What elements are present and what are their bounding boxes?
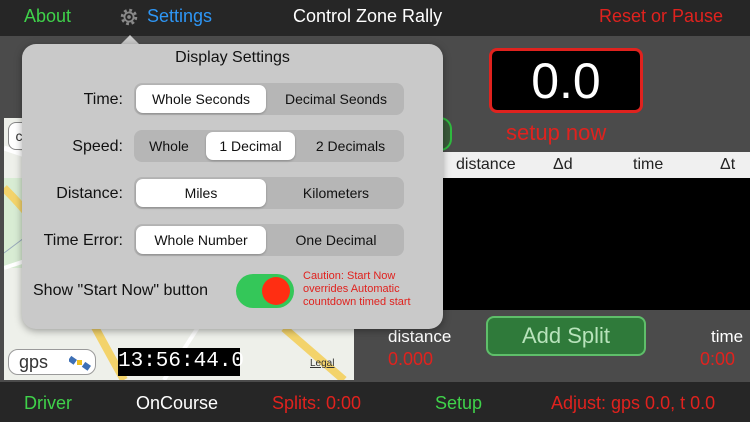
- distance-option-miles[interactable]: Miles: [136, 179, 266, 207]
- display-settings-popover: Display Settings Time: Whole Seconds Dec…: [22, 44, 443, 329]
- col-delta-time: Δt: [720, 156, 736, 173]
- status-text: setup now: [506, 120, 607, 145]
- gps-clock: 13:56:44.0: [118, 348, 244, 376]
- gps-button[interactable]: gps: [8, 349, 96, 375]
- satellite-icon: [69, 355, 91, 371]
- time-error-option-whole-number[interactable]: Whole Number: [136, 226, 266, 254]
- time-error-segmented-control: Whole Number One Decimal: [134, 224, 404, 256]
- speed-segmented-control: Whole 1 Decimal 2 Decimals: [134, 130, 404, 162]
- col-distance: distance: [456, 156, 516, 173]
- tab-driver[interactable]: Driver: [24, 393, 72, 414]
- tab-setup[interactable]: Setup: [435, 393, 482, 414]
- speed-option-2-decimals[interactable]: 2 Decimals: [299, 132, 402, 160]
- distance-label: distance: [388, 327, 452, 346]
- time-value: 0:00: [700, 349, 736, 369]
- reset-pause-button[interactable]: Reset or Pause: [599, 6, 723, 27]
- distance-option-kilometers[interactable]: Kilometers: [270, 179, 402, 207]
- time-option-decimal-seconds[interactable]: Decimal Seonds: [270, 85, 402, 113]
- main-display: 0.0: [489, 48, 643, 113]
- add-split-button[interactable]: Add Split: [486, 316, 646, 356]
- speed-row-label: Speed:: [72, 138, 123, 155]
- col-time: time: [633, 156, 664, 173]
- start-now-label: Show "Start Now" button: [33, 282, 208, 299]
- speed-option-whole[interactable]: Whole: [136, 132, 202, 160]
- time-segmented-control: Whole Seconds Decimal Seonds: [134, 83, 404, 115]
- distance-value: 0.000: [388, 349, 434, 369]
- about-link[interactable]: About: [24, 6, 71, 27]
- app-title: Control Zone Rally: [293, 6, 443, 26]
- caution-text: Caution: Start Now overrides Automatic c…: [303, 270, 411, 308]
- distance-row-label: Distance:: [56, 185, 123, 202]
- tab-adjust[interactable]: Adjust: gps 0.0, t 0.0: [551, 393, 715, 414]
- legal-link[interactable]: Legal: [310, 358, 334, 369]
- time-label: time: [711, 327, 744, 346]
- start-now-toggle[interactable]: [236, 274, 294, 308]
- time-error-row-label: Time Error:: [43, 232, 123, 249]
- tab-splits[interactable]: Splits: 0:00: [272, 393, 361, 414]
- time-row-label: Time:: [83, 91, 123, 108]
- settings-link[interactable]: Settings: [147, 6, 212, 27]
- tab-oncourse[interactable]: OnCourse: [136, 393, 218, 414]
- time-error-option-one-decimal[interactable]: One Decimal: [270, 226, 402, 254]
- col-delta-distance: Δd: [553, 156, 573, 173]
- bottom-bar: Driver OnCourse Splits: 0:00 Setup Adjus…: [0, 382, 750, 422]
- gear-icon[interactable]: [118, 6, 140, 28]
- distance-segmented-control: Miles Kilometers: [134, 177, 404, 209]
- toggle-knob: [262, 277, 290, 305]
- top-bar: About Settings Control Zone Rally Reset …: [0, 0, 750, 36]
- popover-title: Display Settings: [175, 49, 290, 66]
- gps-label: gps: [19, 352, 49, 372]
- time-option-whole-seconds[interactable]: Whole Seconds: [136, 85, 266, 113]
- speed-option-1-decimal[interactable]: 1 Decimal: [206, 132, 295, 160]
